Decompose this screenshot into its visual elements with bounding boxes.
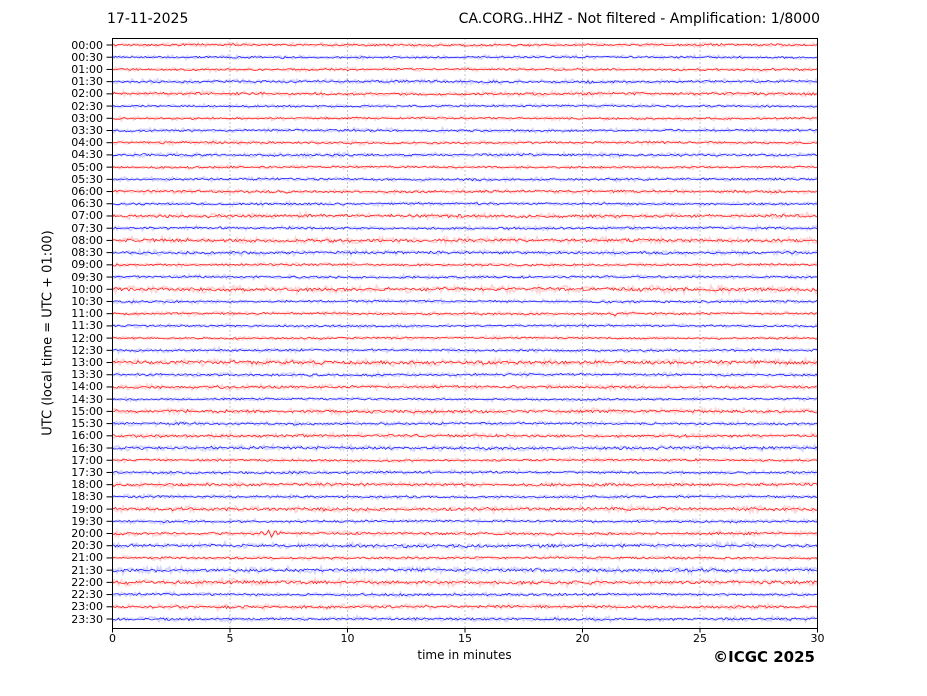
y-tick-label-06:30: 06:30 bbox=[0, 198, 103, 209]
y-tick-label-02:30: 02:30 bbox=[0, 101, 103, 112]
helicorder-plot bbox=[0, 0, 927, 696]
y-tick-label-05:30: 05:30 bbox=[0, 174, 103, 185]
x-tick-label-10: 10 bbox=[328, 633, 368, 645]
x-tick-label-25: 25 bbox=[680, 633, 720, 645]
y-tick-label-04:00: 04:00 bbox=[0, 137, 103, 148]
y-tick-label-14:00: 14:00 bbox=[0, 381, 103, 392]
x-tick-label-20: 20 bbox=[563, 633, 603, 645]
y-tick-label-15:30: 15:30 bbox=[0, 418, 103, 429]
y-tick-label-10:00: 10:00 bbox=[0, 284, 103, 295]
y-tick-label-07:30: 07:30 bbox=[0, 223, 103, 234]
y-tick-label-08:00: 08:00 bbox=[0, 235, 103, 246]
trace-fuzz-18:30 bbox=[113, 495, 818, 500]
trace-fuzz-13:00 bbox=[113, 359, 818, 366]
y-tick-label-09:00: 09:00 bbox=[0, 259, 103, 270]
y-tick-label-01:00: 01:00 bbox=[0, 64, 103, 75]
helicorder-page: 17-11-2025 CA.CORG..HHZ - Not filtered -… bbox=[0, 0, 927, 696]
x-axis-label: time in minutes bbox=[291, 648, 638, 662]
y-tick-label-00:00: 00:00 bbox=[0, 40, 103, 51]
x-tick-label-5: 5 bbox=[210, 633, 250, 645]
y-tick-label-17:00: 17:00 bbox=[0, 455, 103, 466]
y-tick-label-08:30: 08:30 bbox=[0, 247, 103, 258]
trace-fuzz-07:00 bbox=[113, 213, 818, 219]
y-tick-label-05:00: 05:00 bbox=[0, 162, 103, 173]
y-tick-label-07:00: 07:00 bbox=[0, 210, 103, 221]
y-tick-label-13:00: 13:00 bbox=[0, 357, 103, 368]
x-tick-label-15: 15 bbox=[445, 633, 485, 645]
y-tick-label-11:30: 11:30 bbox=[0, 320, 103, 331]
trace-fuzz-16:00 bbox=[113, 433, 818, 438]
y-tick-label-22:30: 22:30 bbox=[0, 589, 103, 600]
y-tick-label-12:00: 12:00 bbox=[0, 333, 103, 344]
y-tick-label-21:30: 21:30 bbox=[0, 565, 103, 576]
y-tick-label-18:00: 18:00 bbox=[0, 479, 103, 490]
y-tick-label-10:30: 10:30 bbox=[0, 296, 103, 307]
y-tick-label-22:00: 22:00 bbox=[0, 577, 103, 588]
y-tick-label-23:00: 23:00 bbox=[0, 601, 103, 612]
y-tick-label-19:30: 19:30 bbox=[0, 516, 103, 527]
y-tick-label-16:00: 16:00 bbox=[0, 430, 103, 441]
x-tick-label-0: 0 bbox=[93, 633, 133, 645]
y-tick-label-02:00: 02:00 bbox=[0, 88, 103, 99]
copyright-label: ©ICGC 2025 bbox=[713, 648, 815, 666]
y-tick-label-03:00: 03:00 bbox=[0, 113, 103, 124]
y-tick-label-16:30: 16:30 bbox=[0, 443, 103, 454]
y-tick-label-04:30: 04:30 bbox=[0, 149, 103, 160]
y-tick-label-14:30: 14:30 bbox=[0, 394, 103, 405]
y-tick-label-15:00: 15:00 bbox=[0, 406, 103, 417]
y-tick-label-19:00: 19:00 bbox=[0, 504, 103, 515]
y-tick-label-21:00: 21:00 bbox=[0, 552, 103, 563]
y-tick-label-23:30: 23:30 bbox=[0, 614, 103, 625]
y-tick-label-20:00: 20:00 bbox=[0, 528, 103, 539]
y-tick-label-17:30: 17:30 bbox=[0, 467, 103, 478]
y-tick-label-18:30: 18:30 bbox=[0, 491, 103, 502]
y-tick-label-09:30: 09:30 bbox=[0, 272, 103, 283]
y-tick-label-00:30: 00:30 bbox=[0, 52, 103, 63]
y-tick-label-01:30: 01:30 bbox=[0, 76, 103, 87]
y-tick-label-20:30: 20:30 bbox=[0, 540, 103, 551]
x-tick-label-30: 30 bbox=[798, 633, 838, 645]
y-tick-label-12:30: 12:30 bbox=[0, 345, 103, 356]
y-tick-label-11:00: 11:00 bbox=[0, 308, 103, 319]
y-tick-label-03:30: 03:30 bbox=[0, 125, 103, 136]
y-tick-label-06:00: 06:00 bbox=[0, 186, 103, 197]
y-tick-label-13:30: 13:30 bbox=[0, 369, 103, 380]
